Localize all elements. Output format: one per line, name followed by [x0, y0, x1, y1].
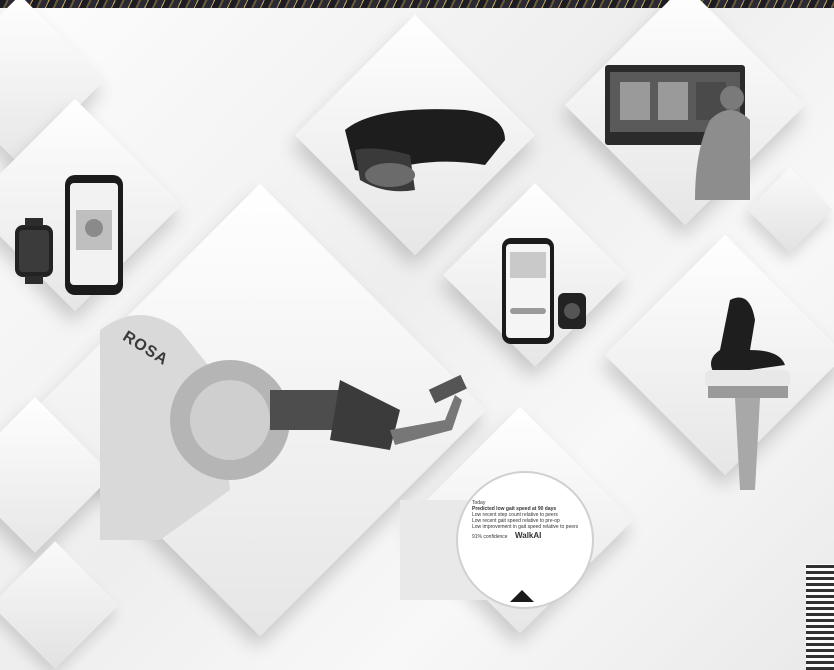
qr-code-icon — [806, 564, 834, 670]
surgical-display-image — [605, 65, 750, 200]
popup-brand: WalkAI — [514, 531, 542, 540]
knee-implant-image — [705, 297, 790, 490]
collage: ROSA Today Predicted low gait speed at 9… — [0, 0, 834, 670]
rehab-app-phone-watch-image — [502, 238, 586, 344]
smartwatch-phone-image — [15, 175, 123, 295]
bg-tile — [0, 541, 119, 669]
decorative-banner — [0, 0, 834, 8]
walkai-magnifier: Today Predicted low gait speed at 90 day… — [400, 470, 600, 610]
popup-bullet: Low improvement in gait speed relative t… — [472, 524, 579, 530]
bg-tile — [747, 167, 833, 253]
mixed-reality-headset-image — [345, 109, 505, 192]
popup-confidence: 91% confidence — [472, 534, 508, 540]
